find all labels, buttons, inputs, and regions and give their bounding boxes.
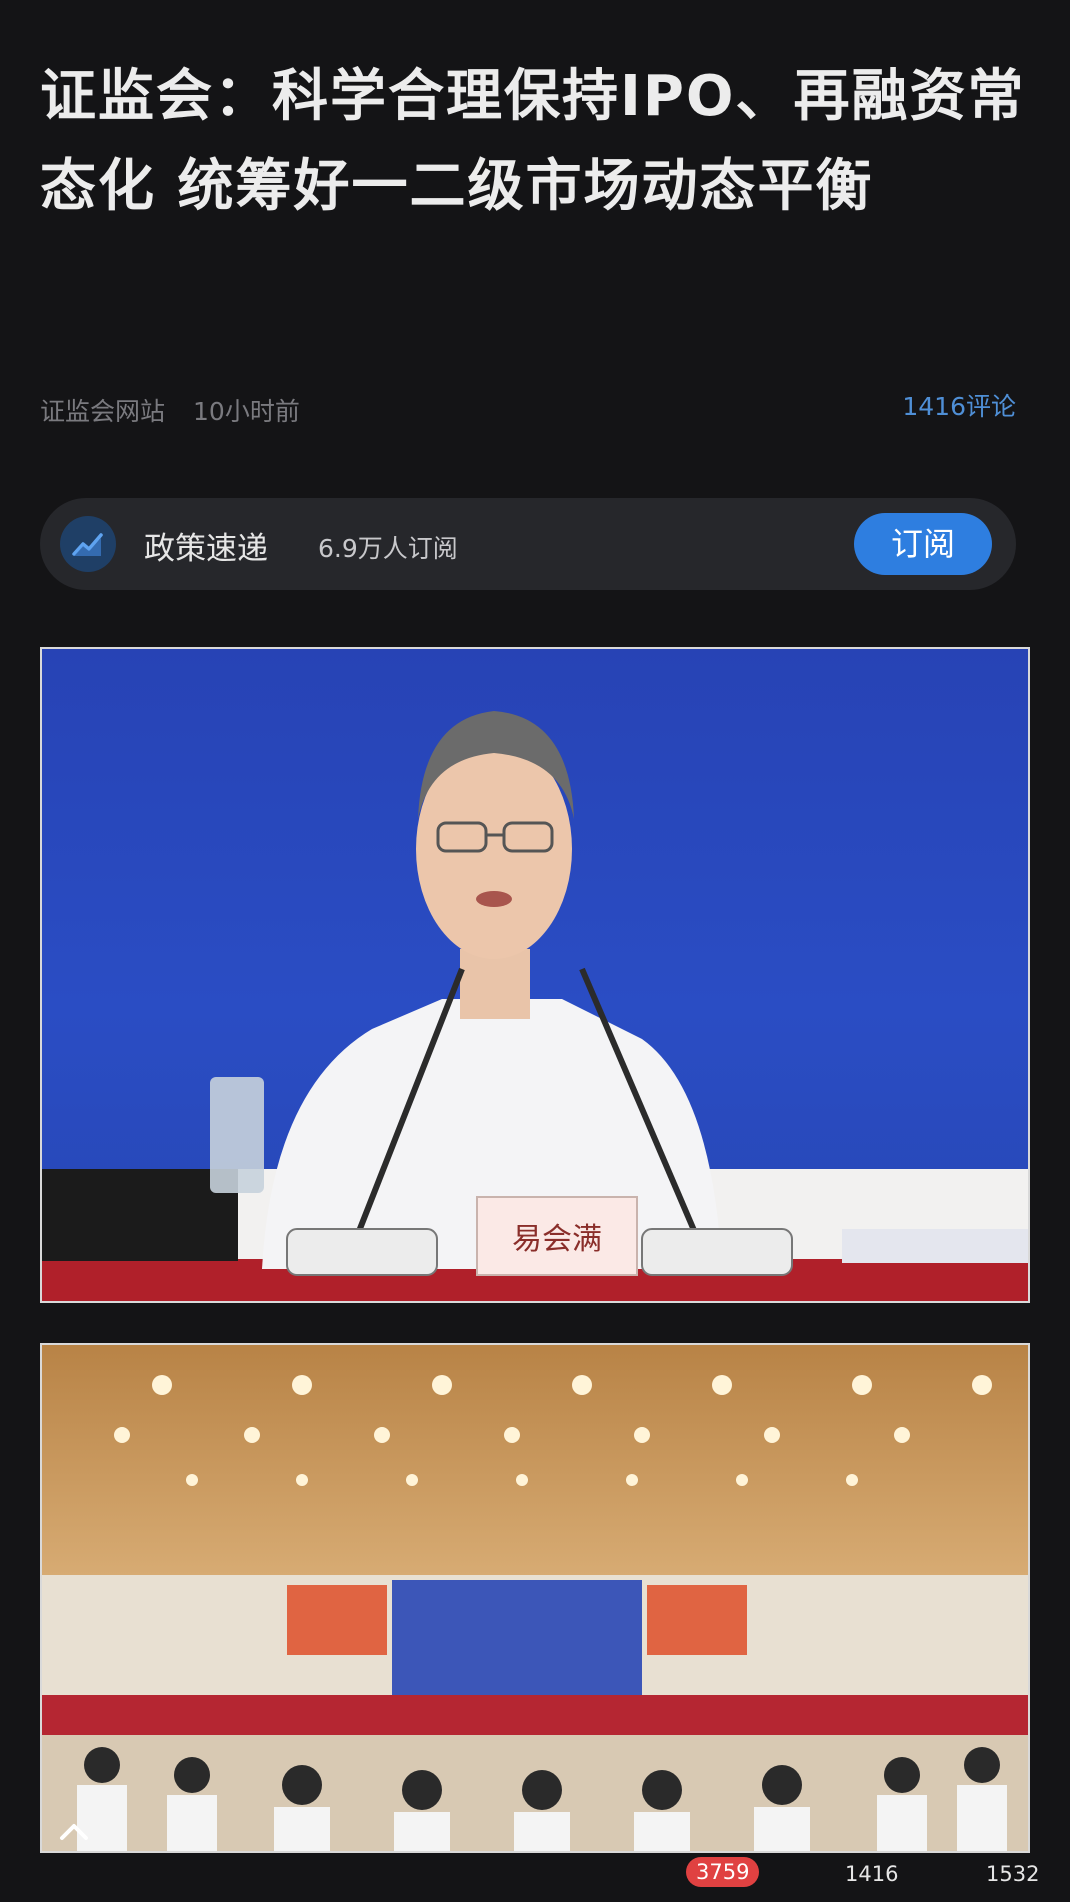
conference-illustration — [42, 1345, 1028, 1851]
chevron-up-icon — [60, 1824, 88, 1840]
nameplate-text: 易会满 — [512, 1222, 602, 1257]
channel-name: 政策速递 — [144, 531, 268, 567]
trend-chart-icon — [60, 516, 116, 572]
article-meta: 证监会网站 10小时前 — [40, 392, 300, 428]
bottom-action-bar — [0, 1862, 1070, 1902]
comments-link[interactable]: 1416评论 — [902, 387, 1016, 423]
comment-count[interactable]: 1416 — [845, 1862, 898, 1886]
article-source[interactable]: 证监会网站 — [40, 397, 165, 426]
scroll-top-button[interactable] — [52, 1810, 96, 1854]
like-count[interactable]: 1532 — [986, 1862, 1039, 1886]
conference-photo[interactable] — [40, 1343, 1030, 1853]
article-time: 10小时前 — [193, 397, 300, 426]
share-count-badge: 3759 — [686, 1857, 760, 1887]
speaker-illustration: 易会满 — [42, 711, 1028, 1301]
channel-subscribers: 6.9万人订阅 — [318, 534, 458, 563]
channel-card[interactable]: 政策速递 6.9万人订阅 订阅 — [40, 498, 1016, 590]
speaker-photo[interactable]: 易会满 — [40, 647, 1030, 1303]
article-title: 证监会：科学合理保持IPO、再融资常态化 统筹好一二级市场动态平衡 — [40, 64, 1026, 219]
subscribe-button[interactable]: 订阅 — [854, 513, 992, 575]
